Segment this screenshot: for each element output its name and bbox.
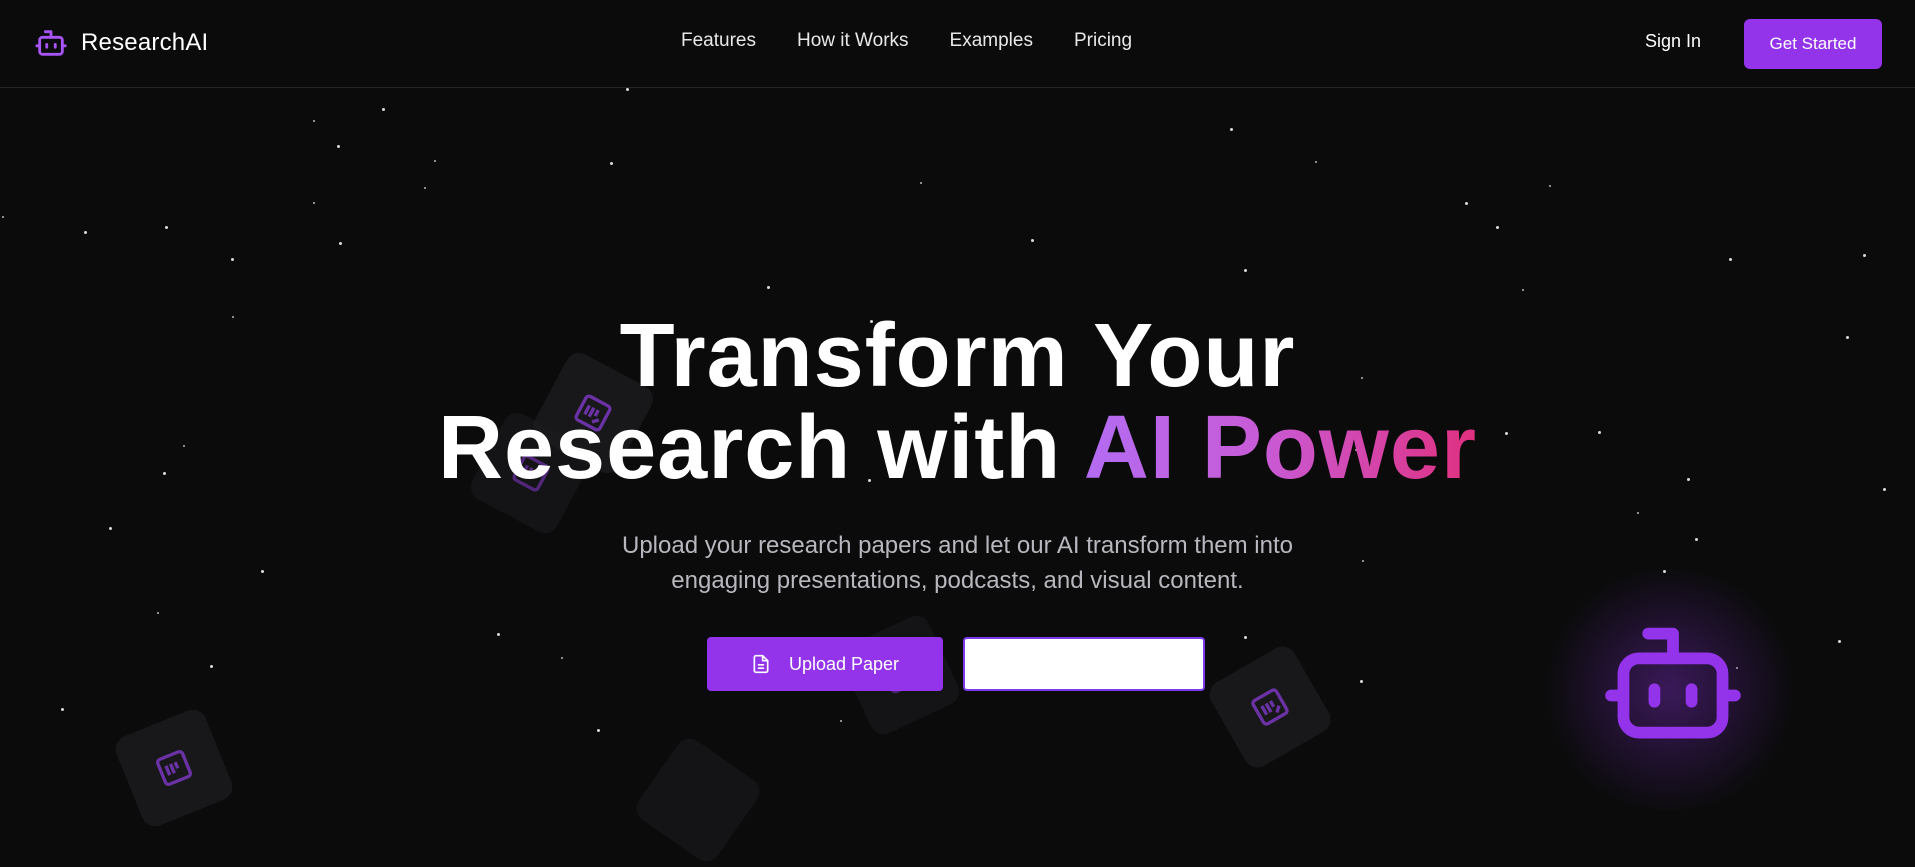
star (339, 242, 342, 245)
get-started-button[interactable]: Get Started (1744, 19, 1882, 69)
hero-title-line2: Research with AI Power (0, 402, 1915, 494)
floating-document-card (631, 733, 765, 867)
brand-name: ResearchAI (81, 29, 209, 56)
document-icon (1251, 688, 1289, 726)
floating-document-card (1204, 641, 1336, 773)
star (1465, 202, 1468, 205)
hero-title: Transform Your Research with AI Power (0, 310, 1915, 494)
star (231, 258, 234, 261)
star (1522, 289, 1524, 291)
star (424, 187, 426, 189)
upload-paper-label: Upload Paper (788, 653, 900, 674)
hero-subtitle-line2: engaging presentations, podcasts, and vi… (671, 567, 1244, 594)
brand-logo[interactable]: ResearchAI (33, 26, 208, 60)
secondary-button[interactable] (963, 637, 1205, 691)
hero-title-line1: Transform Your (619, 306, 1296, 406)
robot-icon (35, 30, 67, 56)
star (626, 88, 629, 91)
star (1863, 254, 1866, 257)
nav-link-how-it-works[interactable]: How it Works (797, 30, 909, 52)
star (157, 612, 159, 614)
star (165, 226, 168, 229)
document-icon (155, 749, 193, 787)
star (61, 708, 64, 711)
hero-title-highlight: AI Power (1083, 398, 1477, 498)
star (1244, 269, 1247, 272)
star (1230, 128, 1233, 131)
hero-subtitle: Upload your research papers and let our … (0, 528, 1915, 598)
star (1549, 185, 1551, 187)
star (497, 633, 500, 636)
star (767, 286, 770, 289)
file-text-icon (753, 654, 769, 674)
star (1729, 258, 1732, 261)
star (610, 162, 613, 165)
star (210, 665, 213, 668)
star (840, 720, 842, 722)
star (1315, 161, 1317, 163)
star (2, 216, 4, 218)
robot-icon (1605, 627, 1741, 739)
floating-document-card (111, 705, 237, 831)
star (597, 729, 600, 732)
nav-links: Features How it Works Examples Pricing (681, 30, 1132, 52)
star (84, 231, 87, 234)
star (434, 160, 436, 162)
star (1244, 636, 1247, 639)
hero-subtitle-line1: Upload your research papers and let our … (621, 532, 1293, 559)
nav-link-pricing[interactable]: Pricing (1074, 30, 1132, 52)
top-navbar: ResearchAI Features How it Works Example… (0, 0, 1915, 88)
star (1360, 680, 1363, 683)
upload-paper-button[interactable]: Upload Paper (707, 637, 943, 691)
star (1838, 640, 1841, 643)
sign-in-link[interactable]: Sign In (1645, 31, 1701, 52)
star (313, 202, 315, 204)
star (1031, 239, 1034, 242)
star (561, 657, 563, 659)
star (920, 182, 922, 184)
star (313, 120, 315, 122)
star (1637, 512, 1639, 514)
nav-link-examples[interactable]: Examples (950, 30, 1033, 52)
hero-title-plain: Research with (438, 398, 1084, 498)
nav-link-features[interactable]: Features (681, 30, 756, 52)
star (382, 108, 385, 111)
star (337, 145, 340, 148)
star (1496, 226, 1499, 229)
